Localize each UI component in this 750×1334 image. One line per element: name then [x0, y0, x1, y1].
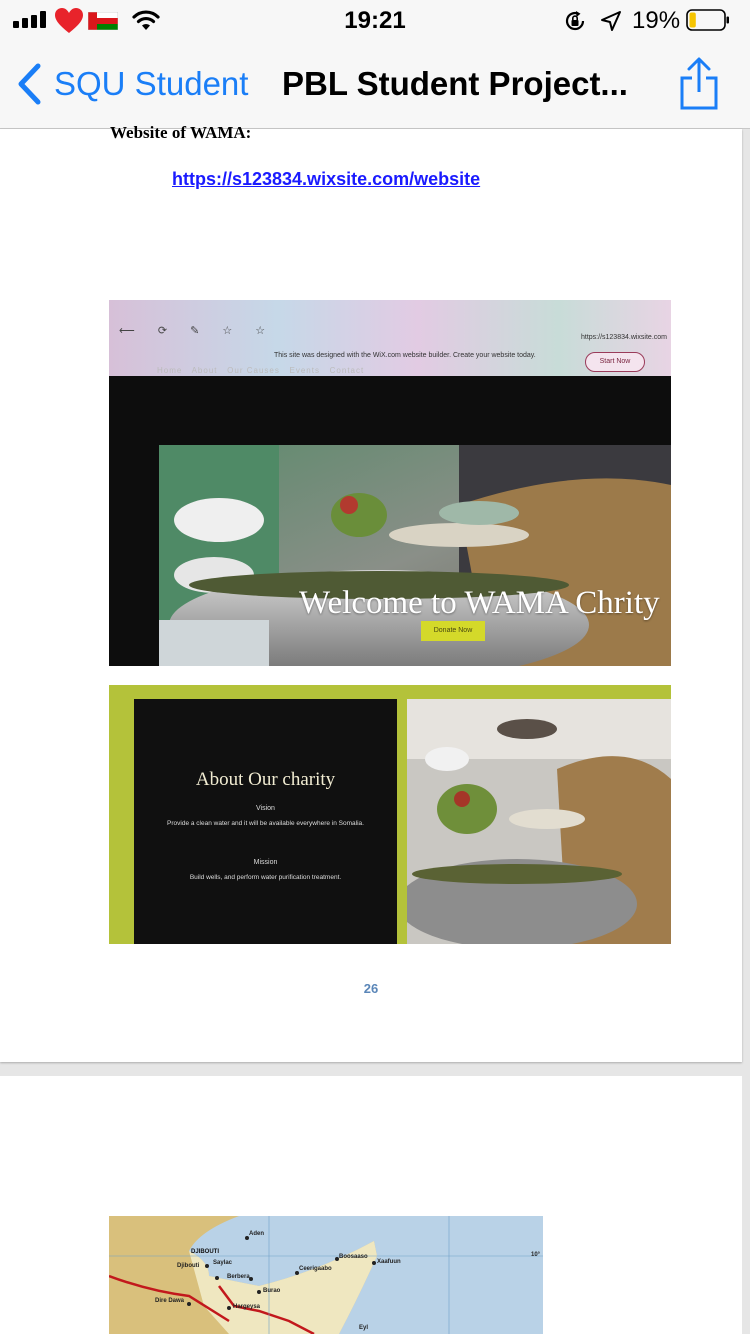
vision-label: Vision: [256, 805, 275, 812]
navigation-bar: SQU Student PBL Student Project...: [0, 40, 750, 129]
site-nav-item: Contact: [329, 366, 365, 375]
food-serving-photo: [159, 445, 671, 666]
site-nav: Home About Our Causes Events Contact: [157, 366, 364, 375]
browser-url: https://s123834.wixsite.com: [581, 334, 667, 341]
document-page-27: Aden DJIBOUTI Djibouti Saylac Berbera Ce…: [0, 1076, 742, 1334]
website-screenshot-hero: ⟵ ⟳ ✎ ☆ ☆ https://s123834.wixsite.com Th…: [109, 300, 671, 666]
battery-percentage: 19%: [632, 7, 681, 34]
somalia-map: Aden DJIBOUTI Djibouti Saylac Berbera Ce…: [109, 1216, 543, 1334]
page-number: 26: [363, 981, 379, 996]
map-label: Ceerigaabo: [299, 1266, 332, 1272]
back-button[interactable]: SQU Student: [16, 62, 248, 106]
hero-title: Welcome to WAMA Chrity: [299, 585, 660, 621]
map-label: Dire Dawa: [155, 1298, 185, 1304]
site-nav-item: Events: [289, 366, 320, 375]
mission-label: Mission: [253, 859, 278, 866]
location-arrow-icon: [601, 11, 621, 31]
mission-text: Build wells, and perform water purificat…: [189, 874, 342, 881]
orientation-lock-icon: [565, 11, 585, 31]
map-label: Hargeysa: [233, 1304, 261, 1310]
about-panel: About Our charity Vision Provide a clean…: [134, 699, 397, 944]
map-graphic: [109, 1216, 543, 1334]
map-label: Aden: [249, 1231, 264, 1237]
battery-icon: [686, 9, 729, 31]
status-bar: 19:21 19%: [0, 0, 750, 40]
site-nav-item: Our Causes: [227, 366, 280, 375]
browser-toolbar: ⟵ ⟳ ✎ ☆ ☆ https://s123834.wixsite.com Th…: [109, 300, 671, 376]
map-label: 10°: [531, 1252, 541, 1258]
site-nav-item: Home: [157, 366, 183, 375]
map-label: DJIBOUTI: [191, 1249, 220, 1255]
map-label: Djibouti: [177, 1263, 200, 1269]
volunteers-photo: [407, 699, 671, 944]
wix-banner-text: This site was designed with the WiX.com …: [274, 352, 536, 359]
website-link[interactable]: https://s123834.wixsite.com/website: [172, 169, 480, 190]
document-page-26: Website of WAMA: https://s123834.wixsite…: [0, 123, 742, 1062]
website-screenshot-about: About Our charity Vision Provide a clean…: [109, 685, 671, 944]
map-label: Berbera: [227, 1274, 250, 1280]
section-heading: Website of WAMA:: [110, 123, 252, 142]
map-label: Saylac: [213, 1260, 233, 1266]
map-label: Xaafuun: [377, 1259, 401, 1265]
start-now-button: Start Now: [585, 352, 645, 372]
browser-toolbar-icons: ⟵ ⟳ ✎ ☆ ☆: [119, 325, 276, 337]
chevron-left-icon: [18, 63, 41, 105]
site-nav-item: About: [191, 366, 218, 375]
back-button-label: SQU Student: [54, 65, 249, 102]
hero-banner: Welcome to WAMA Chrity Donate Now: [159, 445, 671, 666]
donate-now-button: Donate Now: [421, 621, 485, 641]
share-icon[interactable]: [676, 56, 722, 112]
page-title: PBL Student Project...: [282, 65, 628, 102]
map-label: Burao: [263, 1288, 281, 1294]
about-title: About Our charity: [195, 769, 336, 790]
vision-text: Provide a clean water and it will be ava…: [167, 820, 364, 827]
map-label: Eyl: [359, 1325, 369, 1331]
map-label: Boosaaso: [339, 1254, 368, 1260]
